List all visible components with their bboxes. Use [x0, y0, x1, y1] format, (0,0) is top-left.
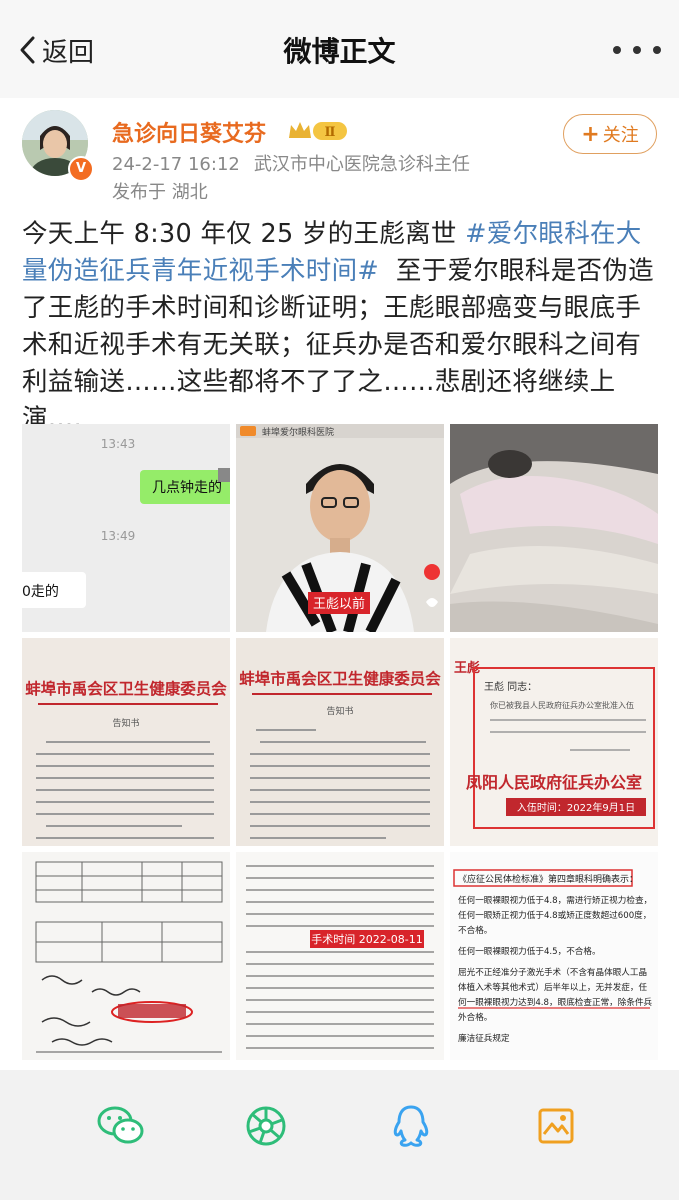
image-medical-form[interactable] [22, 852, 230, 1060]
post-meta: 24-2-17 16:12 武汉市中心医院急诊科主任 [112, 150, 470, 176]
image-exam-standard[interactable]: 《应征公民体检标准》第四章眼科明确表示： 任何一眼裸眼视力低于4.8，需进行矫正… [450, 852, 658, 1060]
page-title: 微博正文 [283, 35, 396, 68]
more-icon[interactable] [613, 40, 661, 60]
image-health-commission-notice-1[interactable]: 蚌埠市禹会区卫生健康委员会 告知书 [22, 638, 230, 846]
post-text-intro: 今天上午 8:30 年仅 25 岁的王彪离世 [22, 219, 457, 249]
plus-icon: + [581, 121, 600, 147]
chat-time-1: 13:43 [101, 437, 136, 451]
chat-bubble-reply: 0走的 [22, 584, 59, 600]
video-caption: 王彪以前 [313, 596, 365, 612]
notice1-subtitle: 告知书 [112, 717, 139, 729]
share-bar [0, 1070, 679, 1200]
enlist-office: 凤阳人民政府征兵办公室 [466, 773, 642, 792]
verified-badge: V [68, 156, 94, 182]
image-health-commission-notice-2[interactable]: 蚌埠市禹会区卫生健康委员会 告知书 [236, 638, 444, 846]
back-button[interactable]: 返回 [18, 30, 94, 70]
surgery-time-label: 手术时间 2022-08-11 [311, 932, 422, 946]
qq-icon [393, 1105, 429, 1147]
image-enlistment-letter[interactable]: 王彪 王彪 同志： 你已被我县人民政府征兵办公室批准入伍 凤阳人民政府征兵办公室… [450, 638, 658, 846]
back-label: 返回 [42, 37, 95, 68]
wechat-icon [97, 1106, 144, 1144]
post-card: V 急诊向日葵艾芬 Ⅱ 24-2-17 16:12 武汉市中心医院急诊科主任 发布… [0, 98, 679, 1070]
standard-line-2: 任何一眼裸眼视力低于4.5，不合格。 [458, 947, 601, 957]
share-moments-button[interactable] [236, 1096, 296, 1156]
author-name[interactable]: 急诊向日葵艾芬 [112, 116, 266, 148]
standard-title: 《应征公民体检标准》第四章眼科明确表示： [458, 873, 638, 885]
standard-footer: 廉洁征兵规定 [458, 1034, 510, 1044]
image-chat-screenshot[interactable]: 13:43 几点钟走的 13:49 0走的 [22, 424, 230, 632]
chevron-left-icon [20, 36, 35, 64]
post-timestamp: 24-2-17 16:12 [112, 154, 240, 175]
enlist-salutation: 王彪 同志： [484, 680, 537, 693]
standard-line-3: 屈光不正经准分子激光手术（不含有晶体眼人工晶体植入术等其他术式）后半年以上，无并… [458, 968, 653, 1023]
moments-icon [246, 1106, 286, 1146]
top-nav-bar: 返回 微博正文 [0, 0, 679, 98]
image-surgery-record[interactable]: 手术时间 2022-08-11 [236, 852, 444, 1060]
chat-bubble-question: 几点钟走的 [152, 479, 222, 496]
notice1-header: 蚌埠市禹会区卫生健康委员会 [25, 679, 227, 698]
standard-line-1: 任何一眼裸眼视力低于4.8，需进行矫正视力检查，任何一眼矫正视力低于4.8或矫正… [458, 896, 653, 936]
chat-time-2: 13:49 [101, 529, 136, 543]
follow-button[interactable]: + 关注 [563, 114, 657, 154]
image-hospital-bed-photo[interactable] [450, 424, 658, 632]
share-wechat-button[interactable] [91, 1096, 151, 1156]
enlist-date: 入伍时间：2022年9月1日 [517, 801, 635, 814]
image-video-frame[interactable]: 蚌埠爱尔眼科医院 王彪以前 [236, 424, 444, 632]
post-body: 今天上午 8:30 年仅 25 岁的王彪离世 #爱尔眼科在大量伪造征兵青年近视手… [22, 216, 662, 438]
notice2-header: 蚌埠市禹会区卫生健康委员会 [239, 669, 441, 688]
author-title: 武汉市中心医院急诊科主任 [253, 154, 470, 175]
enlist-body: 你已被我县人民政府征兵办公室批准入伍 [490, 700, 634, 710]
post-location: 发布于 湖北 [112, 182, 208, 203]
notice2-subtitle: 告知书 [326, 705, 353, 717]
crown-level-icon: Ⅱ [289, 122, 347, 140]
follow-label: 关注 [602, 125, 639, 146]
save-image-button[interactable] [526, 1096, 586, 1156]
level-text: Ⅱ [325, 125, 336, 140]
video-banner: 蚌埠爱尔眼科医院 [262, 426, 334, 438]
share-qq-button[interactable] [381, 1096, 441, 1156]
save-image-icon [538, 1108, 574, 1144]
